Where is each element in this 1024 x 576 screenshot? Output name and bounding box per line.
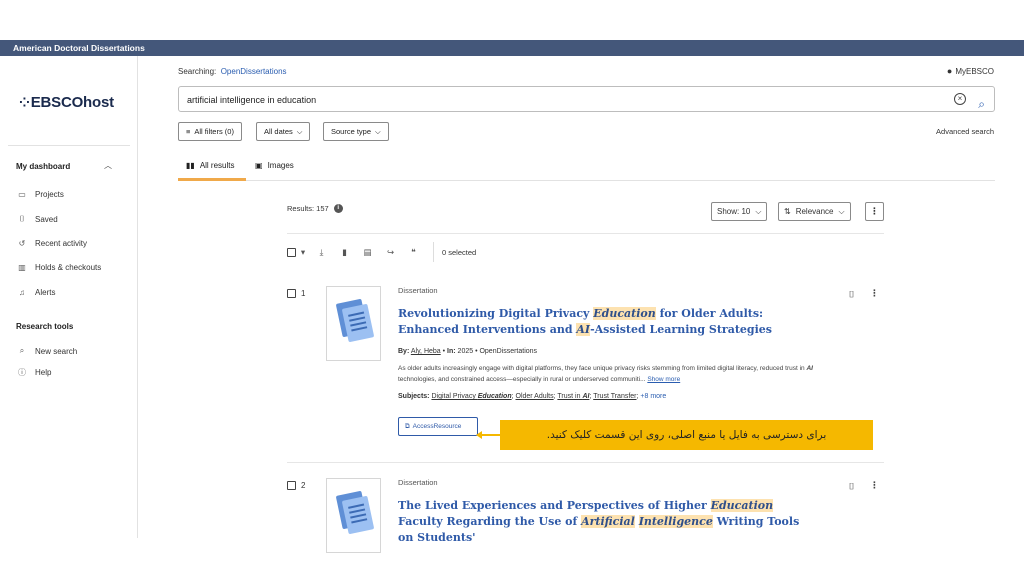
- source-type-dropdown[interactable]: Source type ⌵: [323, 122, 389, 141]
- callout-arrow-line: [479, 434, 500, 436]
- external-link-icon: ⧉: [405, 422, 410, 430]
- sidebar-item-projects[interactable]: ▭ Projects: [16, 190, 64, 199]
- show-more-link[interactable]: Show more: [647, 376, 680, 383]
- all-filters-button[interactable]: ≡ All filters (0): [178, 122, 242, 141]
- selected-count: 0 selected: [442, 247, 477, 257]
- instruction-callout: برای دسترسی به فایل یا منبع اصلی، روی ای…: [500, 420, 873, 450]
- folder-icon: ▭: [18, 190, 26, 199]
- book-icon: ▮▮: [186, 161, 195, 170]
- bulk-toolbar: ▾ ⤓ ▮ ▤ ↪ ❝ 0 selected: [287, 242, 477, 262]
- chevron-up-icon[interactable]: ︿: [104, 160, 112, 171]
- record-divider: [287, 462, 884, 463]
- share-icon[interactable]: ↪: [379, 247, 402, 258]
- results-count: Results: 157 i: [287, 204, 343, 213]
- all-dates-dropdown[interactable]: All dates ⌵: [256, 122, 311, 141]
- record-type: Dissertation: [398, 478, 438, 487]
- collection-title: American Doctoral Dissertations: [13, 43, 145, 53]
- sidebar-item-new-search[interactable]: ⌕ New search: [16, 346, 78, 356]
- sidebar-item-recent-activity[interactable]: ↺ Recent activity: [16, 239, 87, 248]
- info-icon[interactable]: i: [333, 204, 343, 213]
- searching-line: Searching: OpenDissertations: [178, 67, 287, 76]
- sidebar-item-holds[interactable]: ▥ Holds & checkouts: [16, 263, 101, 272]
- user-icon: ●: [946, 66, 953, 76]
- research-tools-heading: Research tools: [16, 322, 74, 331]
- tab-images[interactable]: ▣ Images: [255, 161, 294, 170]
- active-tab-indicator: [178, 178, 246, 181]
- chevron-down-icon: ⌵: [375, 127, 381, 136]
- database-link[interactable]: OpenDissertations: [221, 67, 287, 76]
- tab-all-results[interactable]: ▮▮ All results: [186, 161, 235, 170]
- more-subjects-link[interactable]: +8 more: [640, 393, 666, 400]
- record-abstract: As older adults increasingly engage with…: [398, 365, 813, 383]
- record-checkbox[interactable]: [287, 481, 296, 490]
- subject-link[interactable]: Older Adults: [516, 393, 554, 400]
- history-icon: ↺: [18, 239, 26, 248]
- select-all-checkbox[interactable]: [287, 247, 296, 257]
- advanced-search-link[interactable]: Advanced search: [936, 127, 994, 136]
- bell-icon: ♫: [19, 288, 25, 297]
- search-query: artificial intelligence in education: [187, 95, 317, 105]
- author-link[interactable]: Aly, Heba: [411, 348, 441, 355]
- bookmark-icon: ⌷: [19, 214, 25, 223]
- bookmark-icon[interactable]: ▮: [333, 247, 356, 258]
- result-record: 2 Dissertation The Lived Experiences and…: [287, 478, 884, 553]
- bookmark-icon[interactable]: ⌷: [849, 289, 854, 300]
- search-input[interactable]: artificial intelligence in education × ⌕: [178, 86, 995, 112]
- record-checkbox[interactable]: [287, 289, 296, 298]
- document-page-icon: [341, 495, 375, 535]
- caret-down-icon[interactable]: ▾: [296, 247, 310, 258]
- chevron-down-icon: ⌵: [296, 127, 303, 136]
- main-content: Searching: OpenDissertations ● MyEBSCO ar…: [138, 56, 1024, 553]
- sidebar-item-help[interactable]: ⓘ Help: [16, 367, 51, 378]
- sidebar: ⁘EBSCOhost My dashboard ︿ ▭ Projects ⌷ Sav…: [0, 56, 138, 538]
- access-resource-button[interactable]: ⧉ AccessResource: [398, 417, 478, 436]
- help-icon: ⓘ: [18, 368, 26, 377]
- bookmark-icon[interactable]: ⌷: [849, 481, 854, 492]
- add-to-folder-icon[interactable]: ▤: [356, 247, 379, 258]
- record-title-link[interactable]: Revolutionizing Digital Privacy Educatio…: [398, 306, 818, 338]
- sort-select[interactable]: ⇅ Relevance ⌵: [778, 202, 851, 221]
- results-divider: [287, 233, 884, 234]
- clear-icon[interactable]: ×: [954, 93, 966, 105]
- image-icon: ▣: [255, 161, 263, 170]
- subject-link[interactable]: Trust in AI: [557, 393, 589, 400]
- sidebar-item-alerts[interactable]: ♫ Alerts: [16, 288, 55, 297]
- page-size-select[interactable]: Show: 10 ⌵: [711, 202, 768, 221]
- ebscohost-logo[interactable]: ⁘EBSCOhost: [19, 94, 114, 111]
- top-banner: American Doctoral Dissertations: [0, 40, 1024, 56]
- record-more-icon[interactable]: ⋮: [870, 288, 879, 299]
- record-more-icon[interactable]: ⋮: [870, 480, 879, 491]
- more-options-button[interactable]: ⋮: [865, 202, 884, 221]
- sidebar-item-saved[interactable]: ⌷ Saved: [16, 214, 58, 224]
- record-type: Dissertation: [398, 286, 438, 295]
- subject-link[interactable]: Trust Transfer: [593, 393, 636, 400]
- document-thumbnail[interactable]: [326, 478, 381, 553]
- chevron-down-icon: ⌵: [755, 207, 762, 216]
- download-icon[interactable]: ⤓: [310, 247, 333, 258]
- record-number: 1: [287, 289, 305, 298]
- logo-mark-icon: ⁘: [19, 95, 30, 110]
- sidebar-divider: [8, 145, 130, 146]
- record-meta: By: Aly, Heba • In: 2025 • OpenDissertat…: [398, 348, 538, 355]
- record-number: 2: [287, 481, 305, 490]
- cite-icon[interactable]: ❝: [402, 247, 425, 258]
- subject-link[interactable]: Digital Privacy Education: [431, 393, 511, 400]
- search-icon[interactable]: ⌕: [978, 91, 985, 117]
- filter-icon: ≡: [186, 127, 191, 136]
- toolbar-separator: [433, 242, 434, 262]
- document-page-icon: [341, 303, 375, 343]
- myebsco-link[interactable]: ● MyEBSCO: [947, 66, 994, 76]
- record-subjects: Subjects: Digital Privacy Education; Old…: [398, 393, 667, 400]
- document-thumbnail[interactable]: [326, 286, 381, 361]
- my-dashboard-heading[interactable]: My dashboard: [16, 162, 70, 171]
- record-title-link[interactable]: The Lived Experiences and Perspectives o…: [398, 498, 818, 546]
- tabs-divider: [178, 180, 995, 181]
- search-icon: ⌕: [19, 346, 25, 355]
- sort-icon: ⇅: [784, 207, 791, 216]
- library-icon: ▥: [18, 263, 26, 272]
- chevron-down-icon: ⌵: [838, 207, 845, 216]
